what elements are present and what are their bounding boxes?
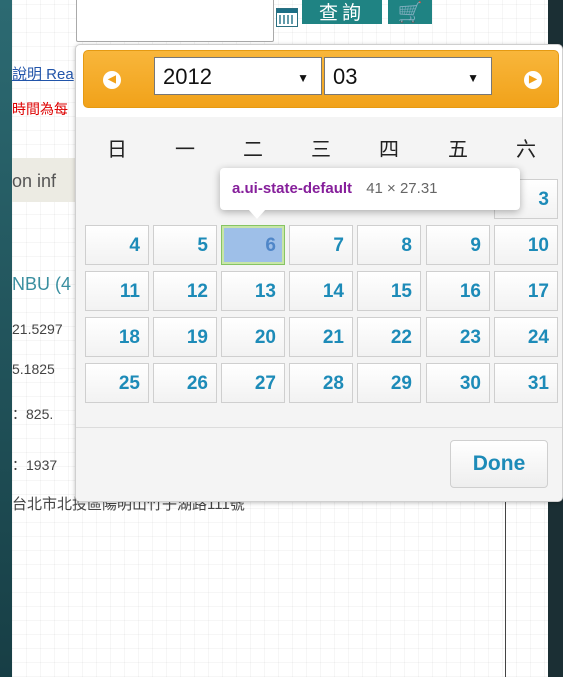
day-cell-highlighted[interactable]: 6 bbox=[221, 225, 285, 265]
year-value: 2012 bbox=[163, 64, 212, 89]
day-cell[interactable]: 18 bbox=[85, 317, 149, 357]
day-cell[interactable]: 29 bbox=[357, 363, 421, 403]
day-cell[interactable]: 14 bbox=[289, 271, 353, 311]
day-cell[interactable]: 19 bbox=[153, 317, 217, 357]
prev-month-icon[interactable]: ◀ bbox=[103, 71, 121, 89]
weekday-fri: 五 bbox=[448, 139, 468, 161]
day-cell[interactable]: 4 bbox=[85, 225, 149, 265]
date-input[interactable] bbox=[76, 0, 274, 42]
done-button[interactable]: Done bbox=[450, 440, 548, 488]
day-cell[interactable]: 22 bbox=[357, 317, 421, 357]
day-cell[interactable]: 30 bbox=[426, 363, 490, 403]
day-cell[interactable]: 28 bbox=[289, 363, 353, 403]
month-select[interactable]: 03 ▼ bbox=[324, 57, 492, 95]
devtools-tooltip: a.ui-state-default 41 × 27.31 bbox=[220, 168, 520, 219]
datepicker-divider bbox=[76, 427, 562, 428]
weekday-wed: 三 bbox=[311, 139, 331, 161]
weekday-sun: 日 bbox=[107, 139, 127, 161]
time-note: 時間為每 bbox=[12, 101, 68, 117]
station-title: NBU (4 bbox=[12, 274, 72, 294]
day-cell[interactable]: 11 bbox=[85, 271, 149, 311]
day-cell[interactable]: 26 bbox=[153, 363, 217, 403]
station-value-4: ：1937 bbox=[12, 457, 58, 473]
day-cell[interactable]: 15 bbox=[357, 271, 421, 311]
day-cell[interactable]: 31 bbox=[494, 363, 558, 403]
day-cell[interactable]: 16 bbox=[426, 271, 490, 311]
cart-icon[interactable]: 🛒 bbox=[388, 0, 432, 24]
day-cell[interactable]: 20 bbox=[221, 317, 285, 357]
day-cell[interactable]: 25 bbox=[85, 363, 149, 403]
tooltip-selector: a.ui-state-default bbox=[232, 180, 353, 197]
day-cell[interactable]: 12 bbox=[153, 271, 217, 311]
day-cell[interactable]: 13 bbox=[221, 271, 285, 311]
weekday-thu: 四 bbox=[379, 139, 399, 161]
day-cell[interactable]: 23 bbox=[426, 317, 490, 357]
day-cell[interactable]: 24 bbox=[494, 317, 558, 357]
chevron-down-icon: ▼ bbox=[297, 71, 309, 85]
day-cell[interactable]: 8 bbox=[357, 225, 421, 265]
day-cell[interactable]: 27 bbox=[221, 363, 285, 403]
calendar-icon[interactable] bbox=[276, 8, 298, 27]
day-cell[interactable]: 9 bbox=[426, 225, 490, 265]
day-cell[interactable]: 5 bbox=[153, 225, 217, 265]
tooltip-size: 41 × 27.31 bbox=[366, 180, 438, 197]
weekday-mon: 一 bbox=[175, 139, 195, 161]
chevron-down-icon: ▼ bbox=[467, 71, 479, 85]
year-select[interactable]: 2012 ▼ bbox=[154, 57, 322, 95]
station-value-2: 5.1825 bbox=[12, 361, 55, 377]
help-link[interactable]: 說明 Rea bbox=[12, 63, 74, 84]
window-edge-left bbox=[0, 0, 12, 677]
datepicker: ◀ 2012 ▼ 03 ▼ ▶ 日 一 二 三 四 五 六 3 4 5 6 7 … bbox=[75, 44, 563, 502]
day-cell[interactable]: 7 bbox=[289, 225, 353, 265]
station-value-1: 21.5297 bbox=[12, 321, 63, 337]
datepicker-header: ◀ 2012 ▼ 03 ▼ ▶ bbox=[83, 50, 559, 108]
day-cell[interactable]: 17 bbox=[494, 271, 558, 311]
month-value: 03 bbox=[333, 64, 358, 89]
next-month-icon[interactable]: ▶ bbox=[524, 71, 542, 89]
day-cell[interactable]: 10 bbox=[494, 225, 558, 265]
day-cell[interactable]: 21 bbox=[289, 317, 353, 357]
station-value-3: ：825. bbox=[12, 406, 54, 422]
weekday-tue: 二 bbox=[243, 139, 263, 161]
info-band-text: on inf bbox=[12, 171, 57, 191]
weekday-sat: 六 bbox=[516, 139, 536, 161]
query-button[interactable]: 查詢 bbox=[302, 0, 382, 24]
